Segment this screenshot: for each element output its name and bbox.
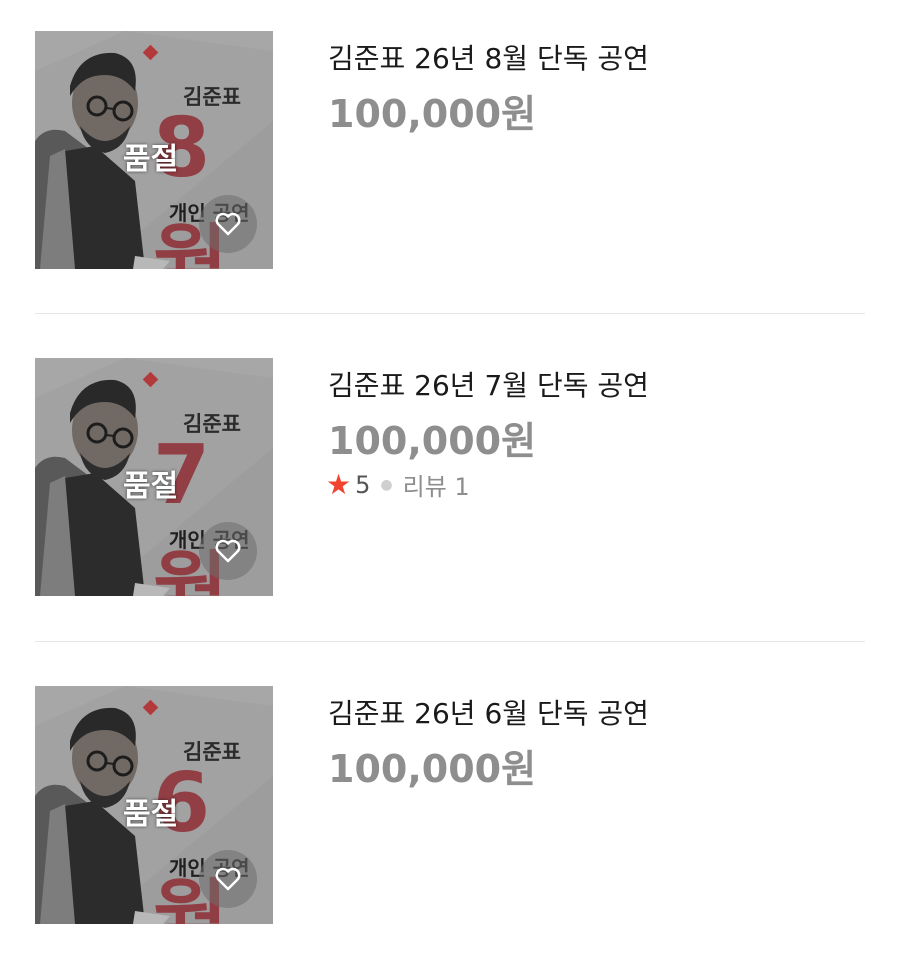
heart-outline-icon xyxy=(215,212,241,236)
wishlist-button[interactable] xyxy=(199,195,257,253)
product-thumbnail[interactable]: 김준표 7월 품절 개인 공연 xyxy=(35,358,273,596)
product-price: 100,000원 xyxy=(328,747,537,791)
heart-outline-icon xyxy=(215,539,241,563)
product-thumbnail[interactable]: 김준표 6월 품절 개인 공연 xyxy=(35,686,273,924)
rating-score: 5 xyxy=(355,470,371,499)
divider xyxy=(35,313,865,314)
wishlist-button[interactable] xyxy=(199,850,257,908)
product-price: 100,000원 xyxy=(328,419,537,463)
soldout-badge: 품절 xyxy=(123,469,179,504)
soldout-badge: 품절 xyxy=(123,797,179,832)
product-rating[interactable]: ★ 5 ● 리뷰 1 xyxy=(326,467,470,502)
separator-dot: ● xyxy=(380,476,393,493)
wishlist-button[interactable] xyxy=(199,522,257,580)
product-thumbnail[interactable]: 김준표 8월 품절 개인 공연 xyxy=(35,31,273,269)
heart-outline-icon xyxy=(215,867,241,891)
product-price: 100,000원 xyxy=(328,92,537,136)
product-item[interactable]: 김준표 8월 품절 개인 공연 김준표 26년 8월 단독 공연 100,000… xyxy=(35,31,865,271)
soldout-badge: 품절 xyxy=(123,142,179,177)
product-item[interactable]: 김준표 7월 품절 개인 공연 김준표 26년 7월 단독 공연 100,000… xyxy=(35,358,865,598)
star-icon: ★ xyxy=(326,468,352,501)
product-title[interactable]: 김준표 26년 6월 단독 공연 xyxy=(328,692,649,732)
product-title[interactable]: 김준표 26년 7월 단독 공연 xyxy=(328,364,649,404)
product-item[interactable]: 김준표 6월 품절 개인 공연 김준표 26년 6월 단독 공연 100,000… xyxy=(35,686,865,926)
divider xyxy=(35,641,865,642)
review-count[interactable]: 리뷰 1 xyxy=(403,467,470,502)
product-title[interactable]: 김준표 26년 8월 단독 공연 xyxy=(328,37,649,77)
